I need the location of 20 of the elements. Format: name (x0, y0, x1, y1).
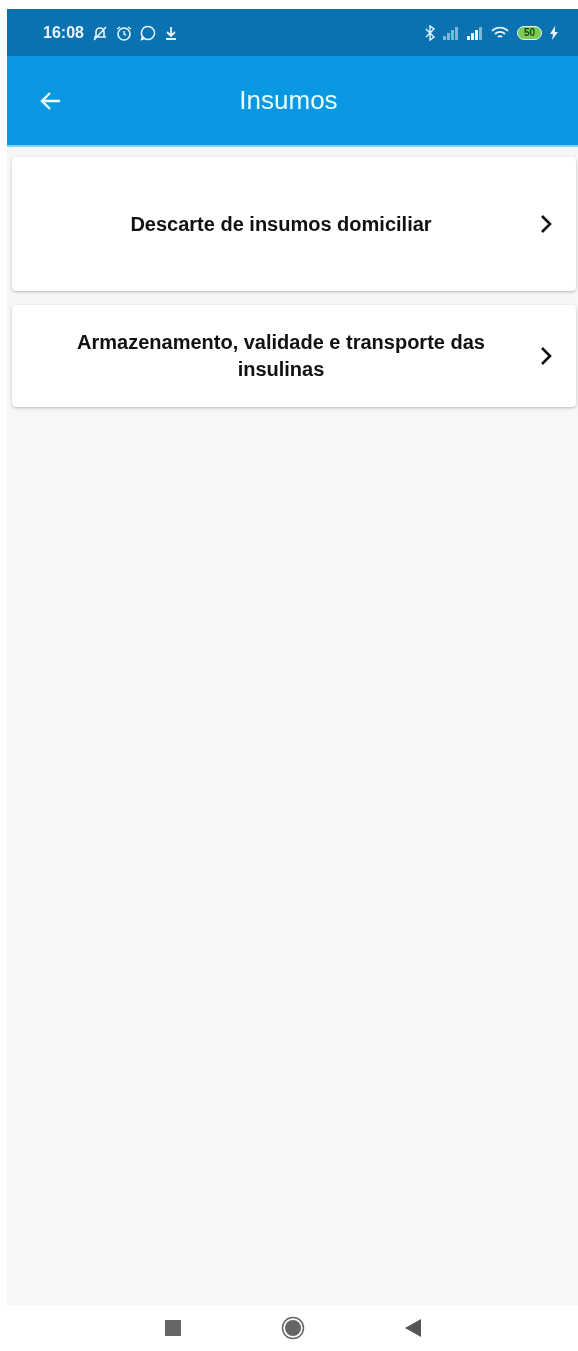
signal-icon (466, 25, 483, 40)
menu-item[interactable]: Descarte de insumos domiciliar (12, 157, 576, 291)
recents-icon[interactable] (164, 1320, 181, 1336)
home-icon[interactable] (280, 1316, 305, 1340)
chevron-right-icon (540, 346, 552, 366)
chat-icon (139, 24, 156, 41)
notification-off-icon (91, 24, 108, 41)
menu-item[interactable]: Armazenamento, validade e transporte das insulinas (12, 305, 576, 407)
charging-icon (550, 25, 558, 40)
back-arrow-icon (39, 90, 61, 111)
chevron-right-icon (540, 214, 552, 234)
download-icon (163, 25, 178, 40)
battery-indicator: 50 (516, 25, 542, 40)
wifi-icon (490, 25, 509, 40)
signal-icon (442, 25, 459, 40)
status-time: 16:08 (43, 23, 84, 42)
back-icon[interactable] (404, 1319, 421, 1337)
alarm-icon (115, 24, 132, 41)
bluetooth-icon (424, 24, 435, 41)
screen-title: Insumos (238, 85, 339, 116)
